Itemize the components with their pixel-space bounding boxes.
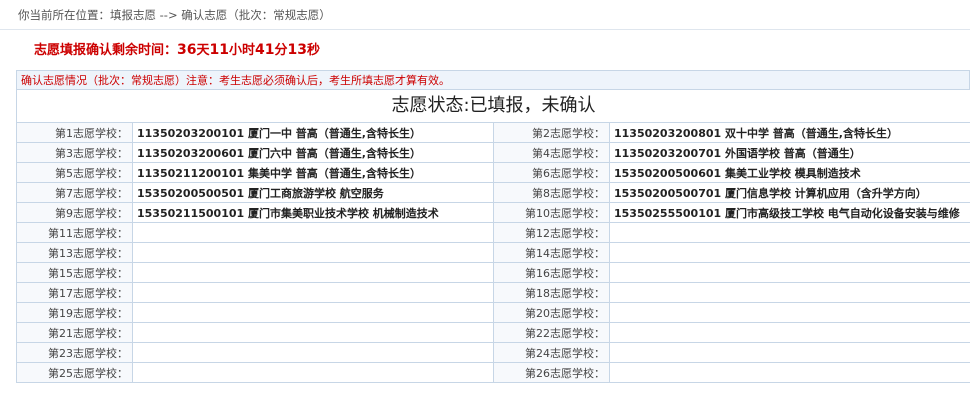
choice-value: 11350203200601 厦门六中 普高（普通生,含特长生） <box>132 142 494 163</box>
countdown: 志愿填报确认剩余时间：36天11小时41分13秒 <box>0 30 970 70</box>
countdown-second-unit: 秒 <box>307 43 321 58</box>
table-row: 第9志愿学校： 15350211500101 厦门市集美职业技术学校 机械制造技术… <box>16 202 970 223</box>
table-row: 第7志愿学校： 15350200500501 厦门工商旅游学校 航空服务 第8志愿学… <box>16 182 970 203</box>
choice-value: 15350200500701 厦门信息学校 计算机应用（含升学方向） <box>609 182 970 203</box>
table-row: 第23志愿学校： 第24志愿学校： <box>16 342 970 363</box>
choice-value <box>609 362 970 383</box>
choice-value <box>609 322 970 343</box>
table-row: 第3志愿学校： 11350203200601 厦门六中 普高（普通生,含特长生）第… <box>16 142 970 163</box>
countdown-minutes: 41 <box>255 42 275 58</box>
choice-value <box>132 222 494 243</box>
choice-value <box>132 282 494 303</box>
table-row: 第17志愿学校： 第18志愿学校： <box>16 282 970 303</box>
choice-label: 第13志愿学校： <box>16 242 133 263</box>
breadcrumb: 你当前所在位置：填报志愿 --> 确认志愿（批次：常规志愿） <box>0 0 970 30</box>
status-heading: 志愿状态:已填报，未确认 <box>16 90 970 122</box>
countdown-day-unit: 天 <box>196 43 210 58</box>
choice-label: 第4志愿学校： <box>493 142 610 163</box>
choice-label: 第20志愿学校： <box>493 302 610 323</box>
choice-label: 第14志愿学校： <box>493 242 610 263</box>
countdown-days: 36 <box>177 42 197 58</box>
choice-value: 11350211200101 集美中学 普高（普通生,含特长生） <box>132 162 494 183</box>
choices-table-body: 第1志愿学校： 11350203200101 厦门一中 普高（普通生,含特长生）第… <box>16 122 970 383</box>
choice-value <box>132 302 494 323</box>
choice-value <box>609 242 970 263</box>
choice-value: 11350203200101 厦门一中 普高（普通生,含特长生） <box>132 122 494 143</box>
table-row: 第19志愿学校： 第20志愿学校： <box>16 302 970 323</box>
table-row: 第15志愿学校： 第16志愿学校： <box>16 262 970 283</box>
table-row: 第25志愿学校： 第26志愿学校： <box>16 362 970 383</box>
choice-label: 第18志愿学校： <box>493 282 610 303</box>
countdown-label: 志愿填报确认剩余时间： <box>34 43 178 58</box>
choice-label: 第8志愿学校： <box>493 182 610 203</box>
choice-label: 第12志愿学校： <box>493 222 610 243</box>
countdown-hour-unit: 小时 <box>229 43 256 58</box>
choice-value <box>132 342 494 363</box>
choice-value: 11350203200701 外国语学校 普高（普通生） <box>609 142 970 163</box>
notice-bar: 确认志愿情况（批次：常规志愿）注意：考生志愿必须确认后，考生所填志愿才算有效。 <box>16 70 970 90</box>
choice-value <box>609 262 970 283</box>
choice-value <box>609 222 970 243</box>
choice-label: 第1志愿学校： <box>16 122 133 143</box>
choice-value: 11350203200801 双十中学 普高（普通生,含特长生） <box>609 122 970 143</box>
choice-value <box>609 342 970 363</box>
countdown-hours: 11 <box>209 42 229 58</box>
choice-label: 第15志愿学校： <box>16 262 133 283</box>
choice-value: 15350200500601 集美工业学校 模具制造技术 <box>609 162 970 183</box>
choice-label: 第2志愿学校： <box>493 122 610 143</box>
choice-value: 15350211500101 厦门市集美职业技术学校 机械制造技术 <box>132 202 494 223</box>
table-row: 第5志愿学校： 11350211200101 集美中学 普高（普通生,含特长生）第… <box>16 162 970 183</box>
choice-label: 第5志愿学校： <box>16 162 133 183</box>
choice-value <box>609 302 970 323</box>
choice-label: 第23志愿学校： <box>16 342 133 363</box>
choice-label: 第10志愿学校： <box>493 202 610 223</box>
table-row: 第11志愿学校： 第12志愿学校： <box>16 222 970 243</box>
choice-label: 第6志愿学校： <box>493 162 610 183</box>
choice-label: 第25志愿学校： <box>16 362 133 383</box>
choice-label: 第3志愿学校： <box>16 142 133 163</box>
table-row: 第1志愿学校： 11350203200101 厦门一中 普高（普通生,含特长生）第… <box>16 122 970 143</box>
choice-label: 第16志愿学校： <box>493 262 610 283</box>
choice-label: 第19志愿学校： <box>16 302 133 323</box>
choice-label: 第21志愿学校： <box>16 322 133 343</box>
choice-value <box>132 262 494 283</box>
choice-label: 第7志愿学校： <box>16 182 133 203</box>
choice-value <box>132 362 494 383</box>
table-row: 第13志愿学校： 第14志愿学校： <box>16 242 970 263</box>
choice-value <box>132 242 494 263</box>
choice-label: 第9志愿学校： <box>16 202 133 223</box>
choice-value <box>132 322 494 343</box>
countdown-seconds: 13 <box>287 42 307 58</box>
choice-label: 第26志愿学校： <box>493 362 610 383</box>
choice-label: 第17志愿学校： <box>16 282 133 303</box>
choice-value: 15350255500101 厦门市高级技工学校 电气自动化设备安装与维修 <box>609 202 970 223</box>
choices-table: 第1志愿学校： 11350203200101 厦门一中 普高（普通生,含特长生）第… <box>16 122 970 383</box>
countdown-minute-unit: 分 <box>274 43 288 58</box>
choice-label: 第22志愿学校： <box>493 322 610 343</box>
table-row: 第21志愿学校： 第22志愿学校： <box>16 322 970 343</box>
choice-value <box>609 282 970 303</box>
choice-value: 15350200500501 厦门工商旅游学校 航空服务 <box>132 182 494 203</box>
choice-label: 第24志愿学校： <box>493 342 610 363</box>
choice-label: 第11志愿学校： <box>16 222 133 243</box>
